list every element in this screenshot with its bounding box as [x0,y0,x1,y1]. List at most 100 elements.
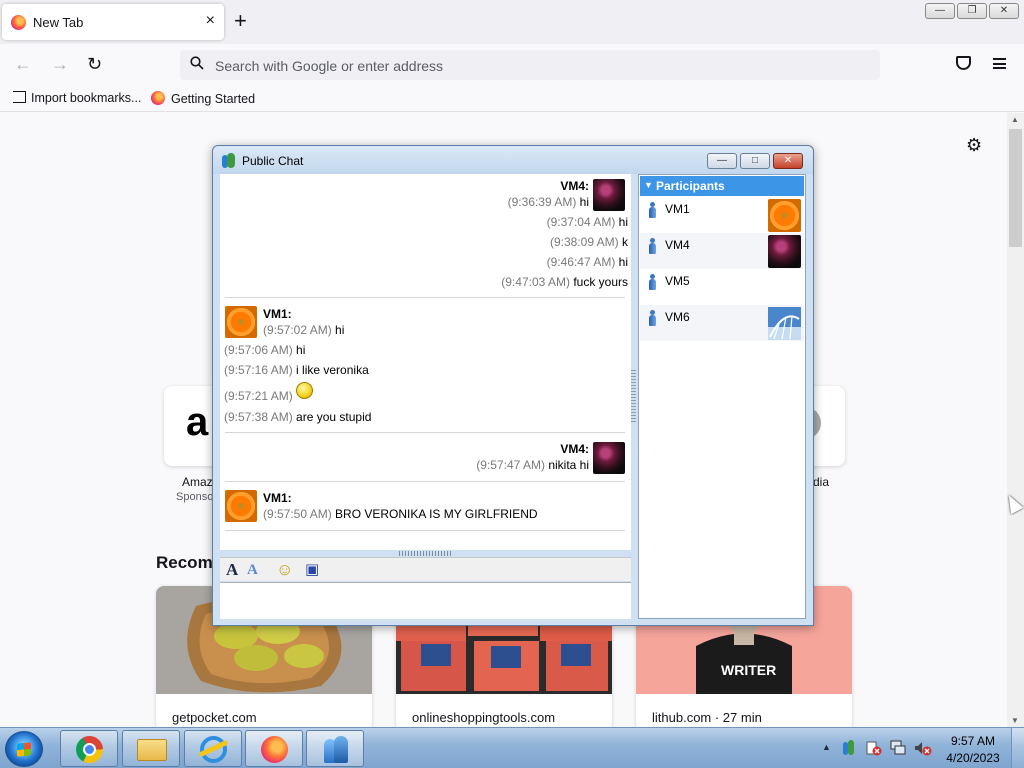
clock-date[interactable]: 4/20/2023 [945,751,1001,765]
sender-name: VM1: [263,491,292,505]
message-line: (9:57:47 AM) nikita hi [476,458,589,472]
tab-title: New Tab [33,15,84,30]
taskbar-app-public-chat[interactable] [306,730,364,767]
scrollbar-thumb[interactable] [1009,129,1022,247]
action-center-icon[interactable] [866,740,882,756]
chat-maximize-button[interactable]: □ [740,153,770,169]
taskbar-app-ie[interactable] [184,730,242,767]
window-close-button[interactable]: ✕ [989,3,1019,19]
participant-vm6[interactable]: VM6 [640,305,804,341]
taskbar-app-chrome[interactable] [60,730,118,767]
hamburger-menu-icon[interactable] [993,58,1006,69]
message-input[interactable] [220,582,631,619]
chat-minimize-button[interactable]: — [707,153,737,169]
gear-icon[interactable]: ⚙ [966,135,982,156]
clock-time[interactable]: 9:57 AM [945,734,1001,748]
bookmarks-toolbar: Import bookmarks... Getting Started [0,86,1024,112]
horizontal-splitter-grip[interactable] [399,551,453,556]
browser-titlebar: New Tab × + — ❐ ✕ [0,0,1024,44]
avatar [768,235,801,268]
navigation-toolbar: ← → ↻ Search with Google or enter addres… [0,44,1024,86]
shirt-text: WRITER [721,662,777,678]
page-scrollbar[interactable]: ▲ ▼ [1007,113,1024,727]
font-icon[interactable]: A [226,561,238,579]
show-desktop-button[interactable] [1011,728,1024,768]
reload-button[interactable]: ↻ [87,54,102,74]
participant-name: VM4 [665,238,690,252]
vertical-splitter-grip[interactable] [631,370,636,422]
avatar [768,307,801,340]
message-line: (9:36:39 AM) hi [507,195,589,209]
participant-name: VM6 [665,310,690,324]
save-icon[interactable]: ▣ [305,561,319,579]
pocket-icon[interactable] [956,56,971,70]
shortcut-sponsored-label: Sponso [176,491,214,503]
volume-muted-icon[interactable] [914,740,932,756]
message-history[interactable]: VM4: (9:36:39 AM) hi (9:37:04 AM) hi (9:… [220,174,631,550]
bookmark-getting-started[interactable]: Getting Started [151,91,255,106]
address-placeholder: Search with Google or enter address [215,58,444,74]
participant-vm5[interactable]: VM5 [640,269,804,305]
new-tab-button[interactable]: + [234,9,247,33]
participants-panel: ▼ Participants VM1 VM4 VM5 VM6 [638,174,806,619]
chat-window-title: Public Chat [242,154,304,168]
public-chat-icon [222,153,235,168]
bookmark-label: Import bookmarks... [31,91,142,105]
participants-header[interactable]: ▼ Participants [640,176,804,196]
taskbar-app-explorer[interactable] [122,730,180,767]
bookmark-label: Getting Started [171,92,256,106]
window-restore-button[interactable]: ❐ [957,3,987,19]
scroll-down-arrow-icon[interactable]: ▼ [1011,716,1019,725]
firefox-icon [11,15,26,30]
message-line: (9:57:02 AM) hi [263,323,345,337]
chat-close-button[interactable]: ✕ [773,153,803,169]
user-icon [649,274,656,290]
windows-taskbar: ▲ 9:57 AM 4/20/2023 [0,727,1024,768]
public-chat-window: Public Chat — □ ✕ VM4: (9:36:39 AM) hi (… [212,145,814,626]
participant-vm4[interactable]: VM4 [640,233,804,269]
emoticon-icon[interactable]: ☺ [276,561,293,579]
message-separator [225,481,625,482]
chat-format-toolbar: A A ☺ ▣ [220,557,631,581]
taskbar-app-firefox[interactable] [245,730,303,767]
forward-button[interactable]: → [51,54,69,74]
card-source: getpocket.com [172,710,257,725]
shortcut-label: Amaz [182,475,213,489]
tab-new-tab[interactable]: New Tab × [2,4,224,40]
message-separator [225,297,625,298]
avatar [593,442,625,474]
tab-close-button[interactable]: × [206,12,215,30]
chat-titlebar[interactable]: Public Chat — □ ✕ [213,146,813,174]
back-button[interactable]: ← [14,54,32,74]
expand-triangle-icon: ▼ [644,180,653,190]
window-minimize-button[interactable]: — [925,3,955,19]
bookmark-import[interactable]: Import bookmarks... [13,91,141,105]
card-source: lithub.com · 27 min [652,710,762,725]
message-line: (9:57:21 AM) [224,389,293,403]
amazon-icon: a [186,400,209,444]
public-chat-icon [324,736,348,764]
chrome-icon [76,736,103,763]
participant-vm1[interactable]: VM1 [640,197,804,233]
avatar [593,179,625,211]
file-explorer-icon [137,739,167,761]
address-bar[interactable]: Search with Google or enter address [180,50,880,80]
message-line: (9:46:47 AM) hi [546,255,628,269]
chat-tray-icon[interactable] [843,740,855,756]
message-separator [225,432,625,433]
participant-name: VM5 [665,274,690,288]
user-icon [649,238,656,254]
message-line: (9:57:16 AM) i like veronika [224,363,369,377]
scroll-up-arrow-icon[interactable]: ▲ [1011,115,1019,124]
message-line: (9:57:50 AM) BRO VERONIKA IS MY GIRLFRIE… [263,507,538,521]
show-hidden-icons-button[interactable]: ▲ [822,742,831,752]
firefox-icon [151,91,165,105]
font-color-icon[interactable]: A [247,561,258,579]
participant-name: VM1 [665,202,690,216]
message-separator [225,530,625,531]
start-button[interactable] [5,731,43,767]
firefox-icon [261,736,288,763]
sender-name: VM4: [560,442,589,456]
network-icon[interactable] [890,740,906,756]
avatar [768,199,801,232]
